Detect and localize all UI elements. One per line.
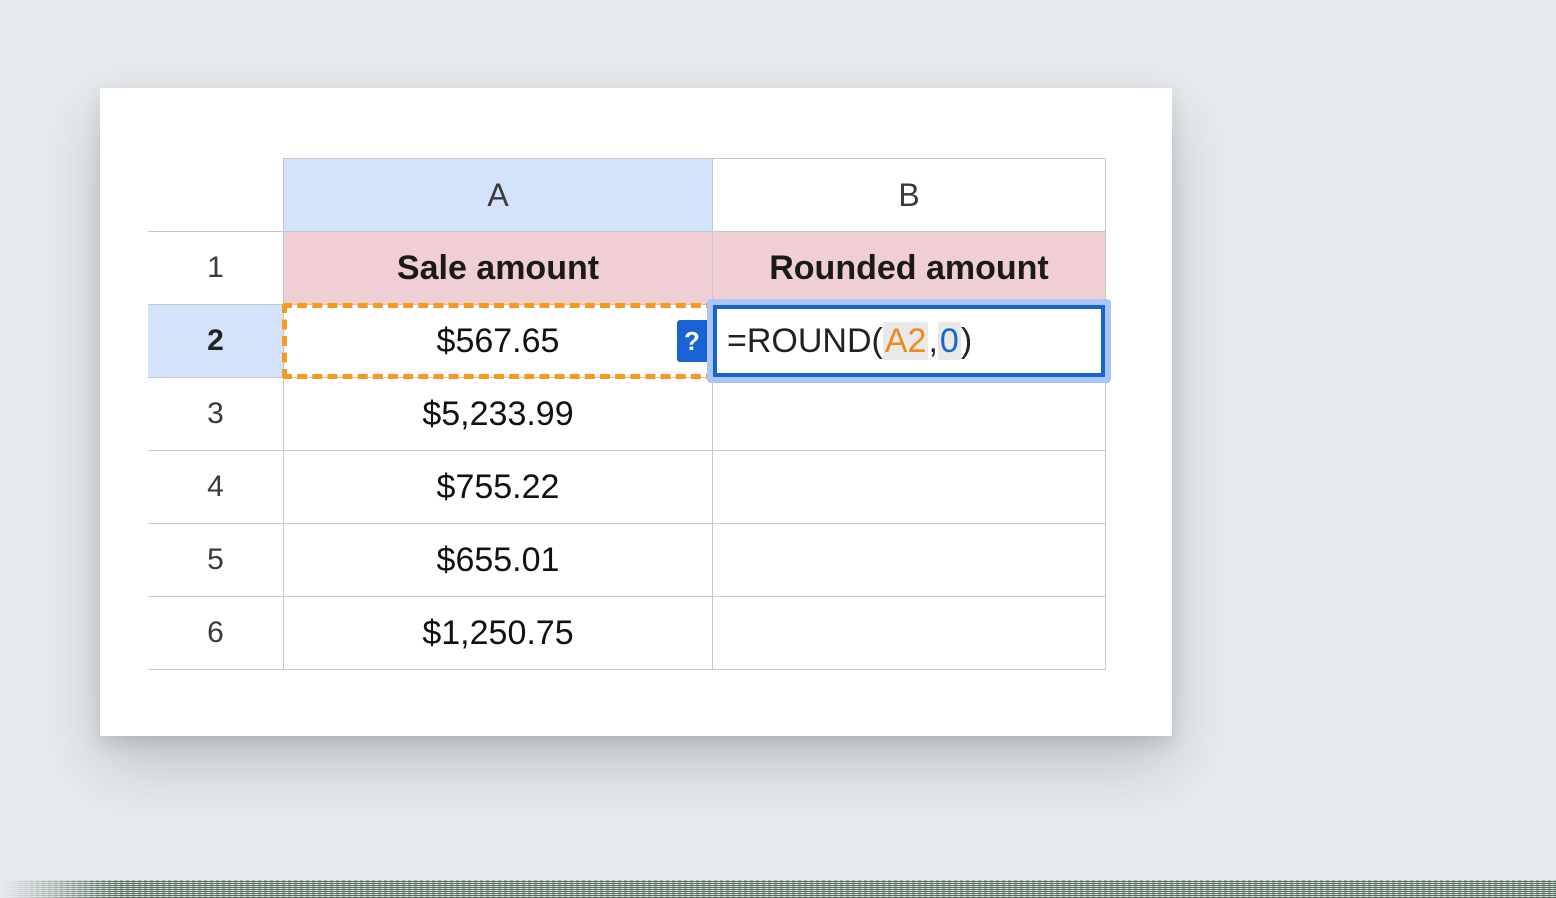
cell-B3[interactable] [713,378,1106,451]
cell-A2[interactable]: $567.65 [284,305,713,378]
column-header-B[interactable]: B [713,159,1106,232]
column-header-A[interactable]: A [284,159,713,232]
cell-A6[interactable]: $1,250.75 [284,597,713,670]
cell-B4[interactable] [713,451,1106,524]
row-header-3[interactable]: 3 [148,378,284,451]
cell-B2[interactable]: ? =ROUND(A2,0) [713,305,1106,378]
cell-A1[interactable]: Sale amount [284,232,713,305]
cell-A4[interactable]: $755.22 [284,451,713,524]
row-header-1[interactable]: 1 [148,232,284,305]
cell-B6[interactable] [713,597,1106,670]
row-header-2[interactable]: 2 [148,305,284,378]
spreadsheet-card: A B 1 Sale amount Rounded amount 2 $567.… [100,88,1172,736]
formula-ref-A2: A2 [883,322,929,360]
cell-A5[interactable]: $655.01 [284,524,713,597]
formula-comma: , [928,322,937,360]
row-header-4[interactable]: 4 [148,451,284,524]
formula-equals: = [727,322,747,360]
cell-B1[interactable]: Rounded amount [713,232,1106,305]
row-header-6[interactable]: 6 [148,597,284,670]
formula-fn: ROUND [747,322,872,360]
formula-open-paren: ( [872,322,883,360]
formula-editor[interactable]: =ROUND(A2,0) [713,305,1105,377]
formula-close-paren: ) [961,322,972,360]
cell-A3[interactable]: $5,233.99 [284,378,713,451]
decorative-footer-noise [0,880,1556,898]
cell-A2-value: $567.65 [437,322,560,360]
formula-help-icon[interactable]: ? [677,320,707,362]
row-header-5[interactable]: 5 [148,524,284,597]
select-all-corner[interactable] [148,159,284,232]
cell-B5[interactable] [713,524,1106,597]
formula-arg-0: 0 [938,322,961,360]
spreadsheet-grid[interactable]: A B 1 Sale amount Rounded amount 2 $567.… [148,158,1106,670]
decorative-footer-fade [0,880,120,898]
